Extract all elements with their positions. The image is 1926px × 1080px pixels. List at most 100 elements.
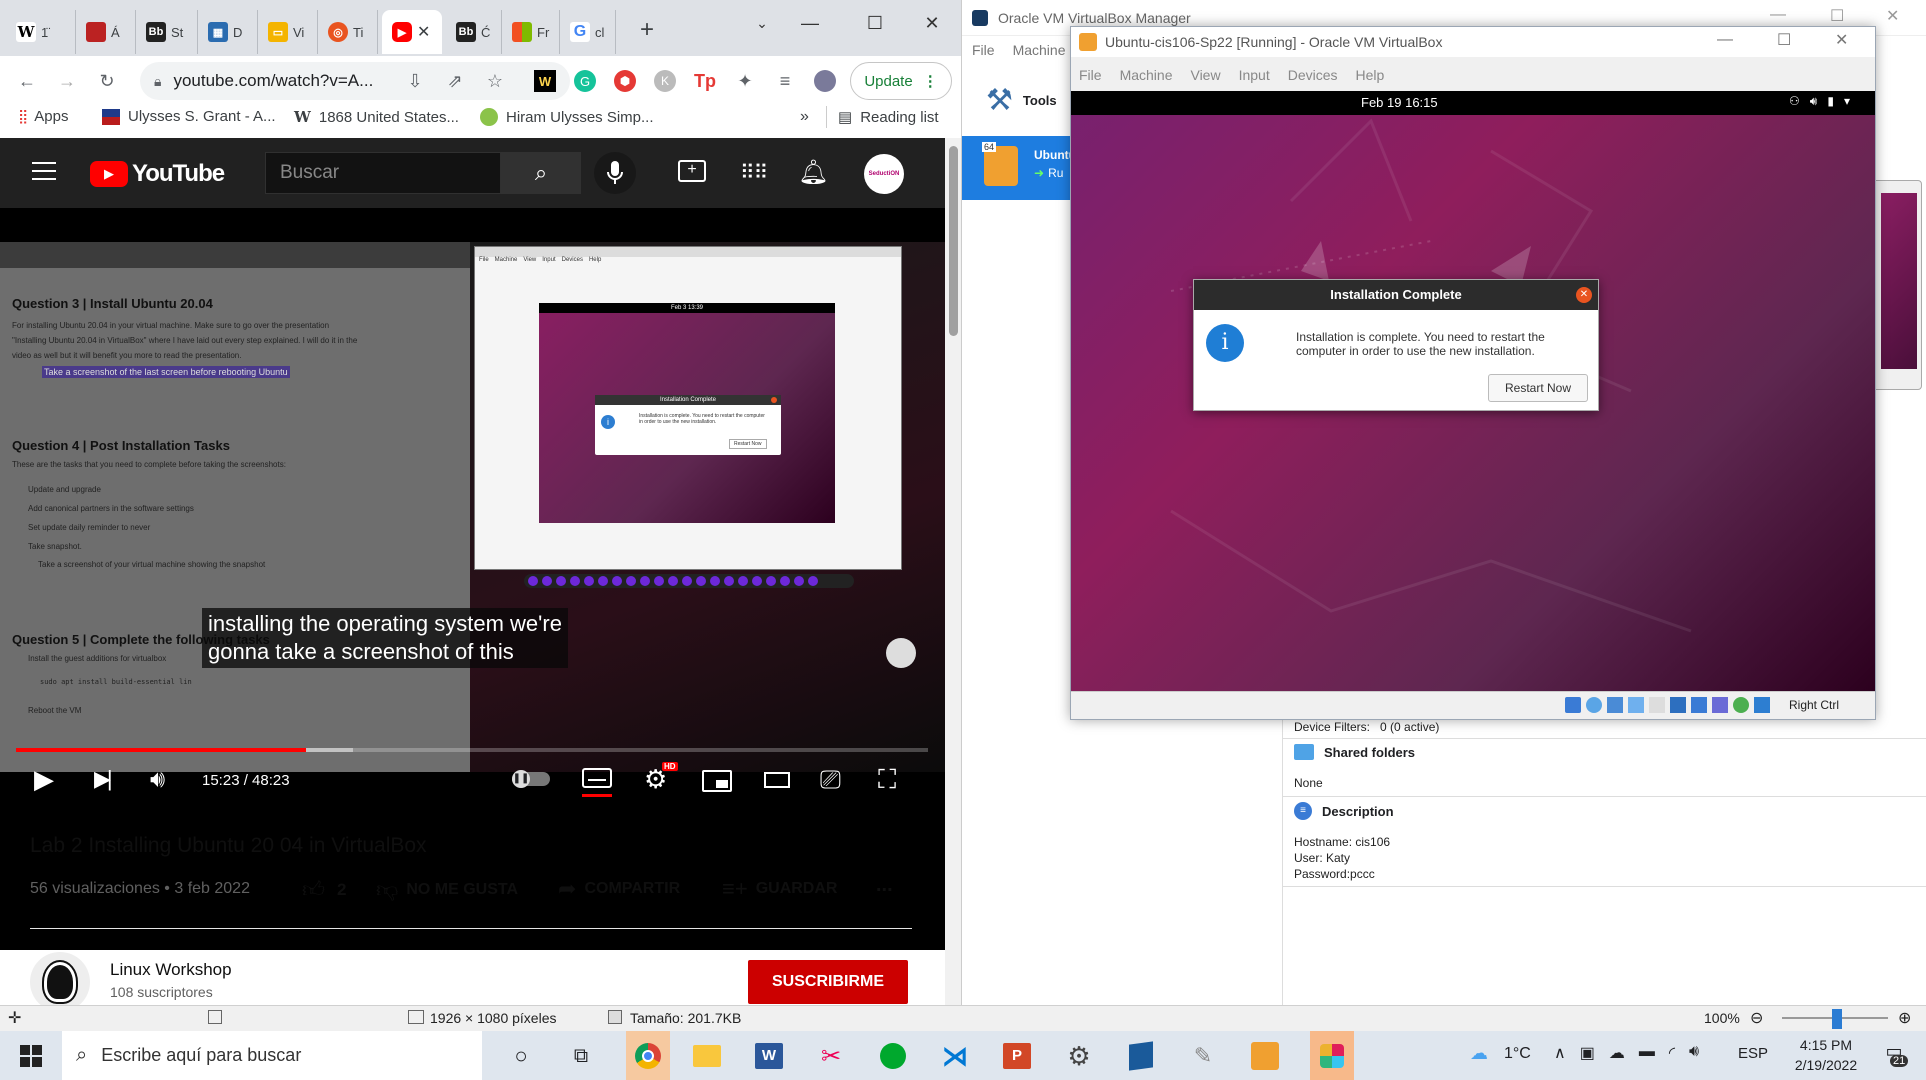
- mic-icon[interactable]: [594, 152, 636, 194]
- battery-icon[interactable]: ▬: [1639, 1043, 1655, 1063]
- tab-slides[interactable]: ▭ Vi: [258, 10, 318, 54]
- tab-google[interactable]: Gcl: [560, 10, 616, 54]
- meet-now-icon[interactable]: ▣: [1580, 1043, 1595, 1063]
- bookmarks-overflow[interactable]: »: [800, 108, 809, 126]
- cpu-icon[interactable]: [1733, 697, 1749, 713]
- speaker-icon[interactable]: 🔊︎: [1689, 1043, 1699, 1063]
- maximize-icon[interactable]: ☐: [1830, 6, 1844, 26]
- settings-gear-icon[interactable]: ⚙: [1062, 1039, 1096, 1073]
- onedrive-icon[interactable]: ☁: [1609, 1043, 1625, 1063]
- minimize-icon[interactable]: —: [1717, 31, 1733, 49]
- usb-icon[interactable]: [1649, 697, 1665, 713]
- play-icon[interactable]: ▶: [34, 764, 54, 795]
- chevron-up-icon[interactable]: ∧: [1554, 1043, 1566, 1063]
- back-icon[interactable]: ←: [16, 70, 38, 92]
- system-tray[interactable]: ⚇ 🔊︎ ▮ ▾: [1789, 94, 1850, 109]
- tab-blackboard-2[interactable]: Bb Ć: [446, 10, 502, 54]
- extension-k-icon[interactable]: K: [654, 70, 676, 92]
- minimize-icon[interactable]: —: [790, 8, 830, 38]
- paint-brush-icon[interactable]: ✎: [1186, 1039, 1220, 1073]
- powerpoint-icon[interactable]: P: [1000, 1039, 1034, 1073]
- wifi-icon[interactable]: ◜: [1669, 1043, 1675, 1063]
- extensions-puzzle-icon[interactable]: ✦: [734, 70, 756, 92]
- display-icon[interactable]: [1691, 697, 1707, 713]
- tab-search-icon[interactable]: ⌄: [742, 8, 782, 38]
- save-button[interactable]: ≡+ GUARDAR: [722, 876, 837, 902]
- menu-file[interactable]: File: [1079, 67, 1102, 83]
- tab-blackboard[interactable]: Bb St: [136, 10, 198, 54]
- forward-icon[interactable]: →: [56, 70, 78, 92]
- clock[interactable]: 4:15 PM 2/19/2022: [1786, 1035, 1866, 1075]
- share-button[interactable]: ➦ COMPARTIR: [558, 876, 680, 902]
- close-window-icon[interactable]: ✕: [912, 8, 952, 38]
- vscode-icon[interactable]: ⋊: [938, 1039, 972, 1073]
- next-icon[interactable]: ▶|: [94, 766, 113, 792]
- shared-folders-section[interactable]: Shared folders: [1294, 744, 1415, 760]
- progress-bar[interactable]: [16, 748, 928, 752]
- gnome-clock[interactable]: Feb 19 16:15: [1361, 95, 1438, 110]
- cast-icon[interactable]: ⎚: [820, 764, 841, 796]
- scrollbar-thumb[interactable]: [949, 146, 958, 336]
- subtitles-icon[interactable]: [582, 768, 612, 788]
- temperature[interactable]: 1°C: [1504, 1045, 1531, 1063]
- taskbar-search[interactable]: ⌕ Escribe aquí para buscar: [62, 1031, 482, 1080]
- dislike-button[interactable]: 👎︎ NO ME GUSTA: [376, 876, 518, 903]
- tab-wikipedia[interactable]: W 1̈: [6, 10, 76, 54]
- adblock-icon[interactable]: ⬢: [614, 70, 636, 92]
- ubuntu-vm-taskbar-icon[interactable]: [1248, 1039, 1282, 1073]
- input-language[interactable]: ESP: [1738, 1045, 1768, 1062]
- tools-item[interactable]: ⚒ Tools: [962, 64, 1072, 136]
- close-window-icon[interactable]: ✕: [1835, 30, 1848, 50]
- snipping-tool-icon[interactable]: ✂: [814, 1039, 848, 1073]
- menu-devices[interactable]: Devices: [1288, 67, 1338, 83]
- bookmark-grant[interactable]: Ulysses S. Grant - A...: [102, 108, 276, 125]
- restart-now-button[interactable]: Restart Now: [1488, 374, 1588, 402]
- new-tab-button[interactable]: +: [640, 16, 654, 44]
- recording-icon[interactable]: [1712, 697, 1728, 713]
- tab-chart[interactable]: ▦ D: [198, 10, 258, 54]
- update-button[interactable]: Update ⋮: [850, 62, 952, 100]
- notifications-bell-icon[interactable]: 🔔︎: [798, 158, 828, 187]
- bookmark-apps[interactable]: ⣿ Apps: [18, 108, 68, 125]
- hard-disk-icon[interactable]: [1565, 697, 1581, 713]
- network-adapter-icon[interactable]: [1628, 697, 1644, 713]
- install-icon[interactable]: ⇩: [404, 70, 426, 92]
- task-view-icon[interactable]: ⧉: [564, 1039, 598, 1073]
- bookmark-1868[interactable]: W 1868 United States...: [294, 108, 459, 126]
- shared-folder-icon[interactable]: [1670, 697, 1686, 713]
- menu-help[interactable]: Help: [1356, 67, 1385, 83]
- hamburger-menu-icon[interactable]: [32, 162, 56, 180]
- chrome-taskbar-icon[interactable]: [626, 1031, 670, 1080]
- minimize-icon[interactable]: —: [1770, 6, 1786, 24]
- evernote-icon[interactable]: [876, 1039, 910, 1073]
- audio-icon[interactable]: [1607, 697, 1623, 713]
- media-queue-icon[interactable]: ≡: [774, 70, 796, 92]
- zoom-slider-thumb[interactable]: [1832, 1009, 1842, 1029]
- menu-view[interactable]: View: [1190, 67, 1220, 83]
- theater-mode-icon[interactable]: [764, 772, 790, 788]
- maximize-icon[interactable]: ☐: [1777, 30, 1791, 50]
- reload-icon[interactable]: ↻: [96, 70, 118, 92]
- miniplayer-icon[interactable]: [702, 770, 732, 792]
- menu-machine[interactable]: Machine: [1013, 42, 1066, 58]
- menu-machine[interactable]: Machine: [1120, 67, 1173, 83]
- maximize-icon[interactable]: ☐: [855, 8, 895, 38]
- cortana-icon[interactable]: ○: [504, 1039, 538, 1073]
- tab-ubuntu[interactable]: ◎ Ti: [318, 10, 378, 54]
- youtube-logo[interactable]: ▶ YouTube: [90, 160, 225, 188]
- apps-icon[interactable]: ⠿⠿: [740, 160, 768, 185]
- grammarly-icon[interactable]: G: [574, 70, 596, 92]
- zoom-in-icon[interactable]: ⊕: [1898, 1008, 1911, 1028]
- vm-list-item[interactable]: 64 Ubuntu ➜ Ru: [962, 136, 1076, 200]
- dialog-close-icon[interactable]: ✕: [1576, 287, 1592, 303]
- guest-display[interactable]: Feb 19 16:15 ⚇ 🔊︎ ▮ ▾ Installation Complete…: [1071, 91, 1875, 691]
- start-button[interactable]: [14, 1039, 48, 1073]
- close-window-icon[interactable]: ✕: [1886, 6, 1899, 26]
- autoplay-toggle[interactable]: ❚❚: [512, 770, 550, 788]
- share-icon[interactable]: ⇗: [444, 70, 466, 92]
- slack-icon[interactable]: [1310, 1031, 1354, 1080]
- menu-input[interactable]: Input: [1239, 67, 1270, 83]
- create-video-icon[interactable]: +: [678, 160, 706, 182]
- optical-drive-icon[interactable]: [1586, 697, 1602, 713]
- youtube-search-input[interactable]: Buscar: [265, 152, 501, 194]
